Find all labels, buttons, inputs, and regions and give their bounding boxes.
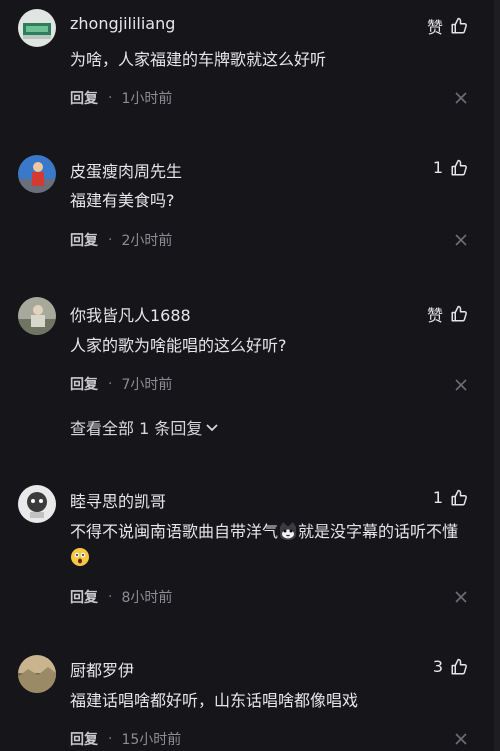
- thumbs-up-icon: [451, 159, 467, 175]
- timestamp: 7小时前: [121, 377, 173, 393]
- like-button[interactable]: 赞: [427, 14, 468, 38]
- reply-button[interactable]: 回复: [70, 230, 98, 250]
- comment-meta: 回复 · 1小时前: [70, 88, 172, 108]
- comment-text-part: 就是没字幕的话听不懂: [298, 522, 459, 541]
- cat-face-emoji: [280, 522, 297, 540]
- astonished-face-emoji: [71, 548, 89, 566]
- username[interactable]: zhongjililiang: [70, 14, 175, 33]
- timestamp: 1小时前: [121, 91, 173, 107]
- comment-meta: 回复 · 8小时前: [70, 587, 172, 607]
- chevron-down-icon: [206, 424, 218, 432]
- like-button[interactable]: 1: [433, 488, 468, 507]
- separator-dot: ·: [108, 589, 113, 605]
- avatar[interactable]: [18, 297, 56, 335]
- avatar[interactable]: [18, 655, 56, 693]
- scrollbar[interactable]: [494, 0, 500, 751]
- comment-text: 人家的歌为啥能唱的这么好听?: [70, 336, 287, 355]
- avatar[interactable]: [18, 9, 56, 47]
- comment-text: 福建话唱啥都好听，山东话唱啥都像唱戏: [70, 691, 359, 710]
- like-count: 1: [432, 158, 443, 177]
- timestamp: 8小时前: [121, 590, 173, 606]
- separator-dot: ·: [108, 90, 113, 106]
- timestamp: 15小时前: [121, 732, 182, 748]
- thumbs-up-icon: [451, 305, 467, 322]
- comment-text-part: 不得不说闽南语歌曲自带洋气: [70, 522, 279, 541]
- username[interactable]: 厨都罗伊: [70, 657, 134, 681]
- close-icon[interactable]: [455, 733, 467, 745]
- separator-dot: ·: [108, 232, 113, 248]
- view-all-replies-label: 查看全部 1 条回复: [70, 419, 203, 438]
- like-count: 赞: [426, 306, 443, 325]
- reply-button[interactable]: 回复: [70, 729, 98, 749]
- like-button[interactable]: 赞: [427, 302, 468, 326]
- username[interactable]: 睦寻思的凯哥: [70, 488, 166, 512]
- close-icon[interactable]: [455, 92, 467, 104]
- like-count: 3: [432, 657, 443, 676]
- view-all-replies-link[interactable]: 查看全部 1 条回复: [70, 415, 219, 439]
- reply-button[interactable]: 回复: [70, 374, 98, 394]
- separator-dot: ·: [108, 731, 113, 747]
- close-icon[interactable]: [455, 591, 467, 603]
- comment-text: 福建有美食吗?: [70, 191, 175, 210]
- avatar[interactable]: [18, 155, 56, 193]
- thumbs-up-icon: [451, 17, 467, 34]
- reply-button[interactable]: 回复: [70, 587, 98, 607]
- comment-meta: 回复 · 15小时前: [70, 729, 181, 749]
- username[interactable]: 皮蛋瘦肉周先生: [70, 158, 182, 182]
- close-icon[interactable]: [455, 379, 467, 391]
- like-count: 1: [432, 488, 443, 507]
- username[interactable]: 你我皆凡人1688: [70, 302, 191, 326]
- comment-meta: 回复 · 7小时前: [70, 374, 172, 394]
- comment-text: 不得不说闽南语歌曲自带洋气 就是没字幕的话听不懂: [70, 519, 470, 571]
- comment-meta: 回复 · 2小时前: [70, 230, 172, 250]
- close-icon[interactable]: [455, 234, 467, 246]
- like-count: 赞: [426, 18, 443, 37]
- comment-text: 为啥，人家福建的车牌歌就这么好听: [70, 50, 327, 69]
- timestamp: 2小时前: [121, 233, 173, 249]
- thumbs-up-icon: [451, 489, 467, 505]
- like-button[interactable]: 1: [433, 158, 468, 177]
- like-button[interactable]: 3: [433, 657, 468, 676]
- thumbs-up-icon: [451, 658, 467, 674]
- separator-dot: ·: [108, 376, 113, 392]
- reply-button[interactable]: 回复: [70, 88, 98, 108]
- avatar[interactable]: [18, 485, 56, 523]
